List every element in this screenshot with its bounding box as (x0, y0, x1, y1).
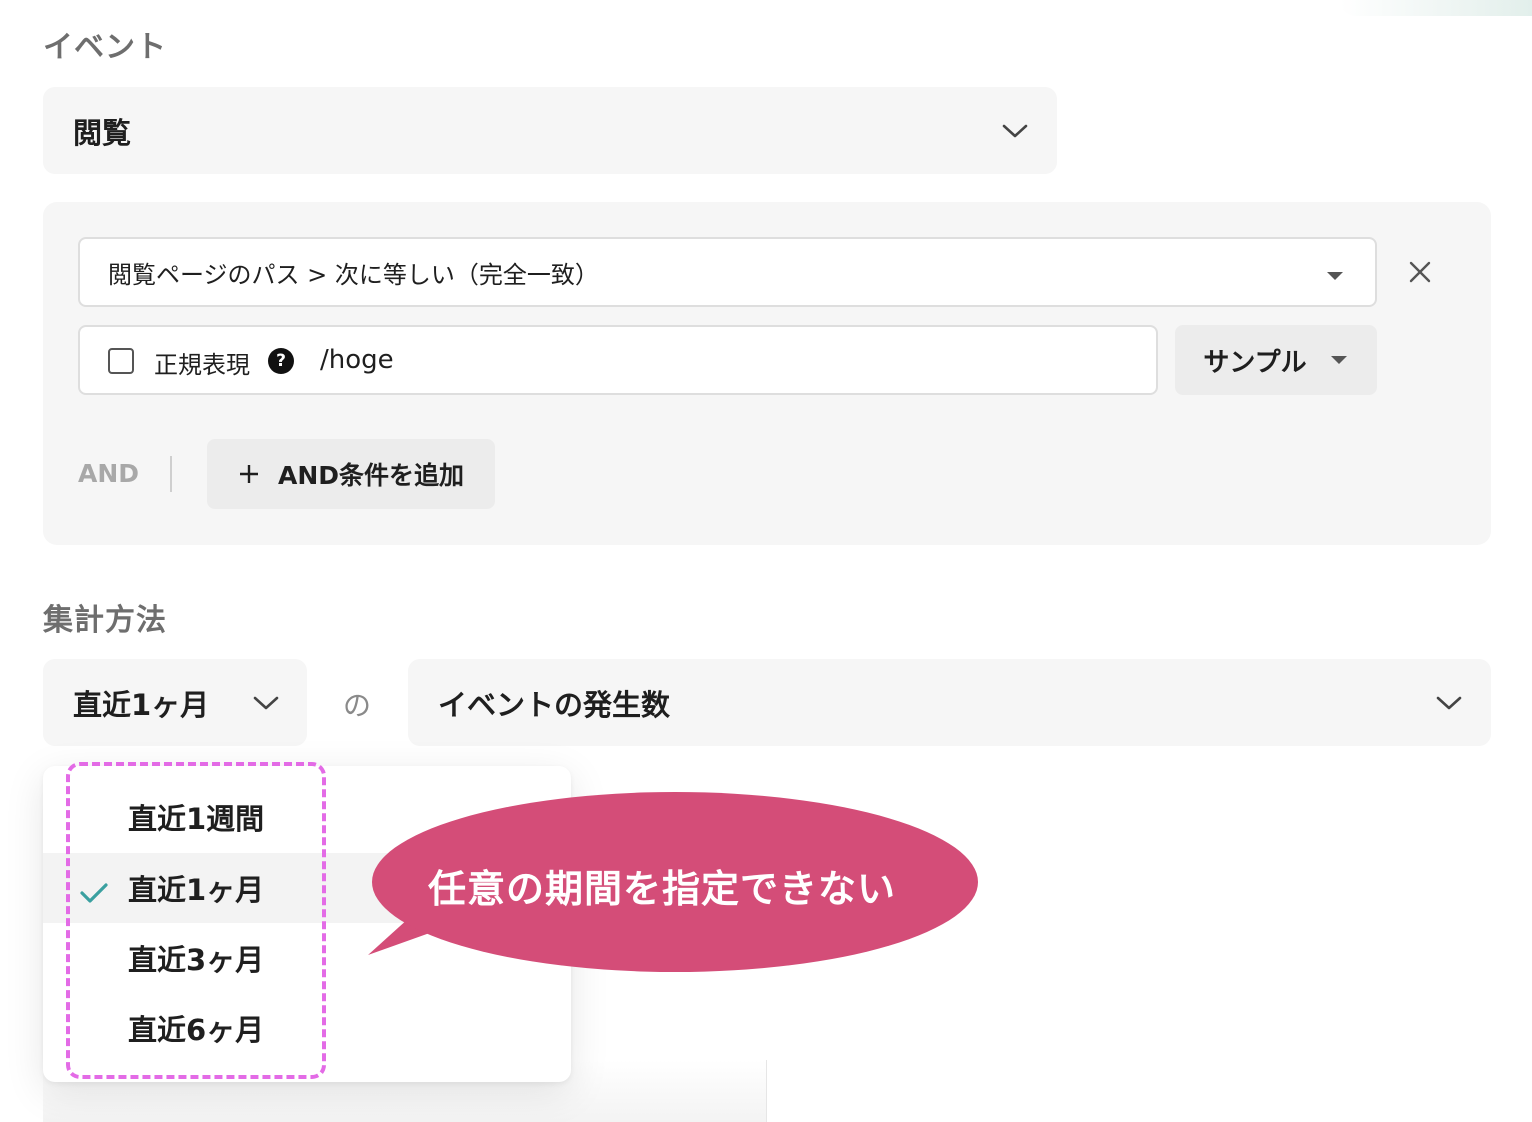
highlight-dashed-box (66, 762, 326, 1079)
value-input[interactable]: /hoge (320, 345, 394, 375)
caret-down-icon (1329, 354, 1349, 366)
help-icon[interactable]: ? (268, 348, 294, 374)
property-select[interactable]: 閲覧ページのパス > 次に等しい（完全一致） (78, 237, 1377, 307)
property-select-value: 閲覧ページのパス > 次に等しい（完全一致） (108, 260, 599, 289)
event-section-label: イベント (43, 30, 167, 65)
remove-condition-close-icon[interactable] (1406, 258, 1434, 286)
add-and-condition-button[interactable]: AND条件を追加 (207, 439, 495, 509)
and-label: AND (78, 459, 140, 488)
sample-button[interactable]: サンプル (1175, 325, 1377, 395)
value-field: 正規表現 ? /hoge (78, 325, 1158, 395)
chevron-down-icon (1436, 695, 1462, 715)
regex-label: 正規表現 (154, 351, 250, 379)
plus-icon (238, 463, 260, 485)
event-select-value: 閲覧 (73, 115, 132, 150)
callout-text: 任意の期間を指定できない (428, 867, 897, 911)
caret-down-icon (1325, 267, 1345, 286)
chevron-down-icon (253, 695, 279, 715)
connector-text: の (343, 689, 372, 722)
period-select[interactable]: 直近1ヶ月 (43, 659, 307, 746)
corner-decoration (1340, 0, 1532, 16)
aggregation-section-label: 集計方法 (43, 603, 167, 638)
divider (170, 456, 172, 492)
metric-select[interactable]: イベントの発生数 (408, 659, 1491, 746)
period-select-value: 直近1ヶ月 (73, 687, 210, 722)
add-and-condition-label: AND条件を追加 (277, 461, 465, 490)
regex-checkbox[interactable] (108, 348, 134, 374)
event-select[interactable]: 閲覧 (43, 87, 1057, 174)
metric-select-value: イベントの発生数 (438, 687, 671, 722)
chevron-down-icon (1001, 117, 1029, 145)
sample-button-label: サンプル (1203, 347, 1307, 378)
